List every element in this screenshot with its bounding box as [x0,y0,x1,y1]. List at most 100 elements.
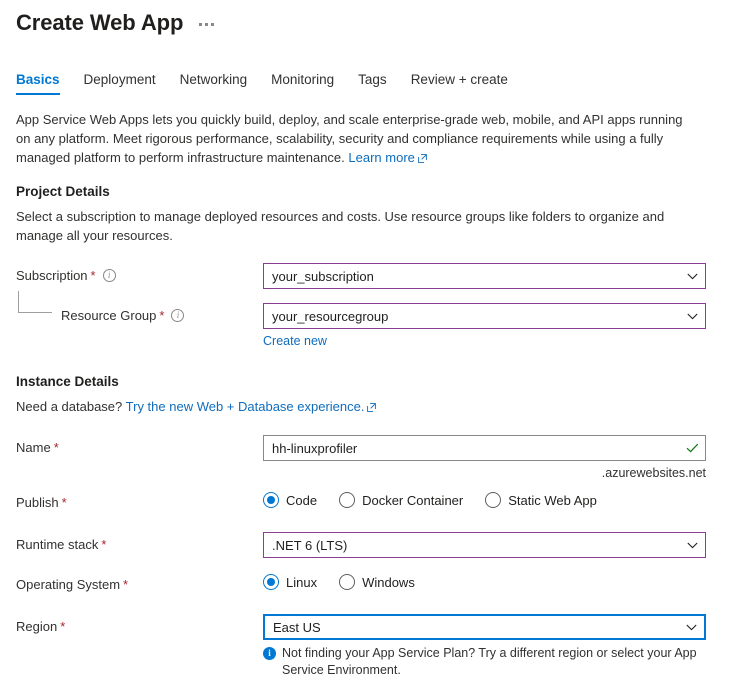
runtime-stack-field: .NET 6 (LTS) [263,532,738,558]
runtime-stack-label-group: Runtime stack * [16,532,263,552]
tab-networking[interactable]: Networking [168,68,260,95]
region-value: East US [265,620,678,635]
publish-radio-group: Code Docker Container Static Web App [263,490,738,508]
resource-group-label-group: Resource Group * i [16,303,263,323]
operating-system-field: Linux Windows [263,572,738,590]
info-circle-icon[interactable]: i [171,309,184,322]
subscription-row: Subscription * i your_subscription [0,263,754,289]
publish-option-label: Static Web App [508,493,597,508]
resource-group-select[interactable]: your_resourcegroup [263,303,706,329]
publish-field: Code Docker Container Static Web App [263,490,738,508]
subscription-label: Subscription [16,268,88,283]
checkmark-icon [679,443,705,453]
required-marker: * [123,577,128,592]
name-input[interactable]: hh-linuxprofiler [264,441,679,456]
publish-option-code[interactable]: Code [263,492,317,508]
runtime-stack-label: Runtime stack [16,537,98,552]
region-field: East US i Not finding your App Service P… [263,614,738,679]
create-new-link[interactable]: Create new [263,334,327,348]
operating-system-radio-group: Linux Windows [263,572,738,590]
subscription-value: your_subscription [264,269,679,284]
publish-label: Publish [16,495,59,510]
web-database-experience-link[interactable]: Try the new Web + Database experience. [126,399,377,414]
os-option-label: Windows [362,575,415,590]
os-option-label: Linux [286,575,317,590]
database-prompt-text: Need a database? [16,399,122,414]
page-header: Create Web App [0,0,754,37]
region-row: Region * East US i Not finding your App … [0,614,754,679]
tab-tags[interactable]: Tags [346,68,399,95]
ellipsis-dot [205,23,208,26]
database-prompt-row: Need a database? Try the new Web + Datab… [0,397,706,417]
operating-system-row: Operating System * Linux Windows [0,572,754,596]
subscription-field: your_subscription [263,263,738,289]
intro-paragraph: App Service Web Apps lets you quickly bu… [0,110,706,168]
radio-icon [485,492,501,508]
tab-deployment[interactable]: Deployment [72,68,168,95]
name-label: Name [16,440,51,455]
tab-review-create[interactable]: Review + create [399,68,520,95]
resource-group-row: Resource Group * i your_resourcegroup Cr… [0,303,754,348]
name-input-wrapper[interactable]: hh-linuxprofiler [263,435,706,461]
subscription-select[interactable]: your_subscription [263,263,706,289]
operating-system-label-group: Operating System * [16,572,263,592]
tabstrip: Basics Deployment Networking Monitoring … [0,68,754,95]
chevron-down-icon [679,542,705,549]
publish-row: Publish * Code Docker Container Static W… [0,490,754,514]
page-title: Create Web App [16,9,183,37]
publish-option-label: Code [286,493,317,508]
required-marker: * [101,537,106,552]
radio-icon [339,574,355,590]
resource-group-field: your_resourcegroup Create new [263,303,738,348]
publish-label-group: Publish * [16,490,263,510]
required-marker: * [91,268,96,283]
name-suffix: .azurewebsites.net [263,466,706,480]
name-label-group: Name * [16,435,263,455]
runtime-stack-select[interactable]: .NET 6 (LTS) [263,532,706,558]
required-marker: * [60,619,65,634]
tab-basics[interactable]: Basics [16,68,72,95]
publish-option-static-web-app[interactable]: Static Web App [485,492,597,508]
instance-details-heading: Instance Details [0,374,754,389]
create-new-resource-group: Create new [263,334,738,348]
region-info-message: i Not finding your App Service Plan? Try… [263,645,706,679]
runtime-stack-value: .NET 6 (LTS) [264,538,679,553]
region-info-text: Not finding your App Service Plan? Try a… [282,645,706,679]
external-link-icon [367,398,376,417]
resource-group-label: Resource Group [61,308,156,323]
required-marker: * [159,308,164,323]
name-row: Name * hh-linuxprofiler .azurewebsites.n… [0,435,754,480]
region-label-group: Region * [16,614,263,634]
required-marker: * [62,495,67,510]
project-details-description: Select a subscription to manage deployed… [0,207,706,245]
web-database-experience-label: Try the new Web + Database experience. [126,399,365,414]
ellipsis-dot [211,23,214,26]
required-marker: * [54,440,59,455]
subscription-label-group: Subscription * i [16,263,263,283]
ellipsis-icon[interactable] [197,17,216,28]
chevron-down-icon [678,624,704,631]
tab-monitoring[interactable]: Monitoring [259,68,346,95]
region-label: Region [16,619,57,634]
radio-icon [263,492,279,508]
learn-more-link[interactable]: Learn more [348,150,426,165]
name-field: hh-linuxprofiler .azurewebsites.net [263,435,738,480]
os-option-windows[interactable]: Windows [339,574,415,590]
os-option-linux[interactable]: Linux [263,574,317,590]
runtime-stack-row: Runtime stack * .NET 6 (LTS) [0,532,754,558]
resource-group-value: your_resourcegroup [264,309,679,324]
chevron-down-icon [679,273,705,280]
publish-option-docker-container[interactable]: Docker Container [339,492,463,508]
region-select[interactable]: East US [263,614,706,640]
learn-more-label: Learn more [348,150,414,165]
project-details-heading: Project Details [0,184,754,199]
radio-icon [263,574,279,590]
info-filled-icon: i [263,647,276,660]
radio-icon [339,492,355,508]
external-link-icon [418,149,427,168]
info-circle-icon[interactable]: i [103,269,116,282]
ellipsis-dot [199,23,202,26]
operating-system-label: Operating System [16,577,120,592]
publish-option-label: Docker Container [362,493,463,508]
chevron-down-icon [679,313,705,320]
